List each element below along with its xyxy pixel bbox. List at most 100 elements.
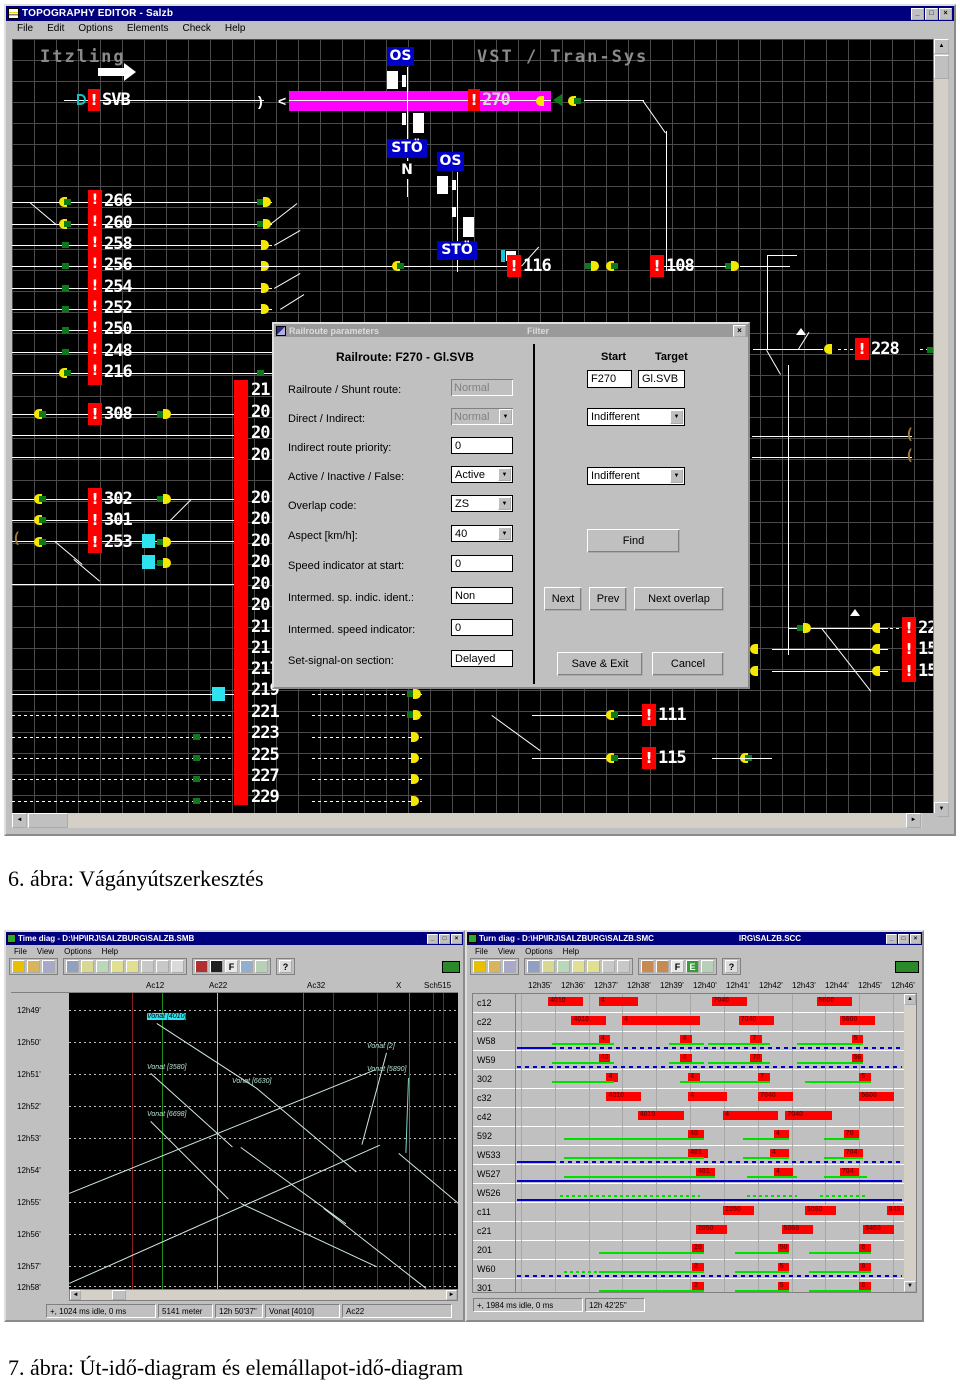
gantt-occupancy-bar[interactable]: 7040 <box>711 997 747 1006</box>
field-speed-indicator-start[interactable]: 0 <box>451 555 513 572</box>
field-overlap-code[interactable]: ZS ▼ <box>451 495 513 512</box>
time-diagram-plot[interactable]: Vonat [4010] Vonat [3580] Vonat [6630] V… <box>69 993 458 1289</box>
scroll-down-button[interactable]: ▼ <box>904 1281 916 1292</box>
gantt-occupancy-bar[interactable]: 8450 <box>863 1225 895 1234</box>
gantt-occupancy-bar[interactable]: 4010 <box>637 1111 685 1120</box>
menu-help[interactable]: Help <box>218 23 253 34</box>
close-button[interactable]: × <box>910 933 921 944</box>
minimize-button[interactable]: _ <box>911 7 924 20</box>
field-active-inactive[interactable]: Active ▼ <box>451 466 513 483</box>
link-icon[interactable] <box>602 960 615 973</box>
chevron-down-icon[interactable]: ▼ <box>498 497 511 510</box>
gantt-row[interactable]: W59 40 4 70 56 <box>473 1051 916 1070</box>
chevron-down-icon[interactable]: ▼ <box>670 410 683 424</box>
menu-edit[interactable]: Edit <box>40 23 71 34</box>
help-icon[interactable]: ? <box>279 960 292 973</box>
next-button[interactable]: Next <box>544 587 582 611</box>
menu-file[interactable]: File <box>9 947 32 956</box>
field-intermed-sp-ident[interactable]: Non <box>451 587 513 604</box>
train-label-6630[interactable]: Vonat [6630] <box>232 1078 271 1085</box>
grid-icon[interactable] <box>171 960 184 973</box>
gantt-occupancy-bar[interactable]: 7040 <box>738 1016 774 1025</box>
turn-diagram-gantt[interactable]: c12 4010 4 7040 5600 c22 4010 4 7040 5600 W58 4 4 7 5 W… <box>472 993 917 1293</box>
menu-elements[interactable]: Elements <box>120 23 176 34</box>
train-path[interactable] <box>398 1153 458 1225</box>
cancel-button[interactable]: Cancel <box>652 652 724 676</box>
menu-view[interactable]: View <box>32 947 59 956</box>
gantt-occupancy-bar[interactable]: 5060 <box>781 1225 813 1234</box>
element-icon[interactable]: E <box>686 960 699 973</box>
gantt-occupancy-bar[interactable]: 4010 <box>606 1092 642 1101</box>
field-indirect-priority[interactable]: 0 <box>451 437 513 454</box>
gantt-vertical-scrollbar[interactable]: ▲ ▼ <box>904 994 916 1292</box>
gantt-occupancy-bar[interactable]: 4 <box>688 1092 728 1101</box>
horizontal-scrollbar[interactable]: ◄ ► <box>12 813 937 828</box>
settings-icon[interactable] <box>81 960 94 973</box>
find-button[interactable]: Find <box>587 529 680 553</box>
gantt-row[interactable]: 592 40 4 70 <box>473 1127 916 1146</box>
filter-icon[interactable] <box>557 960 570 973</box>
menu-help[interactable]: Help <box>558 947 584 956</box>
field-aspect[interactable]: 40 ▼ <box>451 525 513 542</box>
gantt-row[interactable]: W533 401 4 704 <box>473 1146 916 1165</box>
maximize-button[interactable]: □ <box>439 933 450 944</box>
menu-help[interactable]: Help <box>97 947 123 956</box>
scroll-right-button[interactable]: ► <box>446 1290 457 1300</box>
menu-options[interactable]: Options <box>59 947 97 956</box>
filter-select-2[interactable]: Indifferent ▼ <box>587 467 685 485</box>
font-icon[interactable]: F <box>225 960 238 973</box>
zoom-icon[interactable] <box>701 960 714 973</box>
gantt-occupancy-bar[interactable]: 5600 <box>816 997 852 1006</box>
train-status-icon[interactable] <box>895 960 919 973</box>
print-icon[interactable] <box>503 960 516 973</box>
menu-view[interactable]: View <box>493 947 520 956</box>
train-status-icon[interactable] <box>442 960 460 973</box>
settings-icon[interactable] <box>542 960 555 973</box>
gantt-occupancy-bar[interactable]: 2050 <box>723 1206 755 1215</box>
select-icon[interactable] <box>527 960 540 973</box>
gantt-occupancy-bar[interactable]: 2050 <box>695 1225 728 1234</box>
close-button[interactable]: × <box>939 7 952 20</box>
link2-icon[interactable] <box>156 960 169 973</box>
chevron-down-icon[interactable]: ▼ <box>499 409 512 424</box>
table-icon[interactable] <box>240 960 253 973</box>
train-label-4010[interactable]: Vonat [4010] <box>147 1013 187 1020</box>
help-icon[interactable]: ? <box>725 960 738 973</box>
next-overlap-button[interactable]: Next overlap <box>634 587 724 611</box>
gantt-occupancy-bar[interactable]: 4 <box>622 1016 700 1025</box>
gantt-occupancy-bar[interactable]: 4 <box>723 1111 778 1120</box>
new-icon[interactable] <box>12 960 25 973</box>
prev-button[interactable]: Prev <box>589 587 627 611</box>
link-icon[interactable] <box>141 960 154 973</box>
menu-options[interactable]: Options <box>520 947 558 956</box>
horizontal-scroll-thumb[interactable] <box>28 813 68 828</box>
gantt-occupancy-bar[interactable]: 7040 <box>758 1092 794 1101</box>
field-set-signal-on-section[interactable]: Delayed <box>451 650 513 667</box>
menu-check[interactable]: Check <box>176 23 218 34</box>
gantt-row[interactable]: 302 4 4 7 5 <box>473 1070 916 1089</box>
print-icon[interactable] <box>42 960 55 973</box>
save-and-exit-button[interactable]: Save & Exit <box>557 652 643 676</box>
scroll-up-button[interactable]: ▲ <box>934 39 949 54</box>
gantt-icon[interactable] <box>641 960 654 973</box>
scroll-left-button[interactable]: ◄ <box>70 1290 81 1300</box>
plot-horizontal-scrollbar[interactable]: ◄ ► <box>69 1289 458 1301</box>
gantt-row[interactable]: c12 4010 4 7040 5600 <box>473 994 916 1013</box>
gantt-row[interactable]: c42 4010 4 7040 <box>473 1108 916 1127</box>
gantt-row[interactable]: 201 20 50 8 <box>473 1241 916 1260</box>
scroll-right-button[interactable]: ► <box>906 813 921 828</box>
gantt-row[interactable]: W527 401 4 704 <box>473 1165 916 1184</box>
scroll-left-button[interactable]: ◄ <box>12 813 27 828</box>
train-icon[interactable] <box>111 960 124 973</box>
maximize-button[interactable]: □ <box>925 7 938 20</box>
dialog-close-button[interactable]: × <box>733 324 746 337</box>
gantt-row[interactable]: c21 2050 5060 8450 <box>473 1222 916 1241</box>
open-icon[interactable] <box>27 960 40 973</box>
train-path[interactable] <box>256 1088 357 1173</box>
chevron-down-icon[interactable]: ▼ <box>670 469 683 483</box>
field-intermed-speed-indicator[interactable]: 0 <box>451 619 513 636</box>
train2-icon[interactable] <box>587 960 600 973</box>
train-path[interactable] <box>69 1069 376 1194</box>
font-icon[interactable]: F <box>671 960 684 973</box>
horizontal-scroll-thumb[interactable] <box>112 1290 126 1300</box>
